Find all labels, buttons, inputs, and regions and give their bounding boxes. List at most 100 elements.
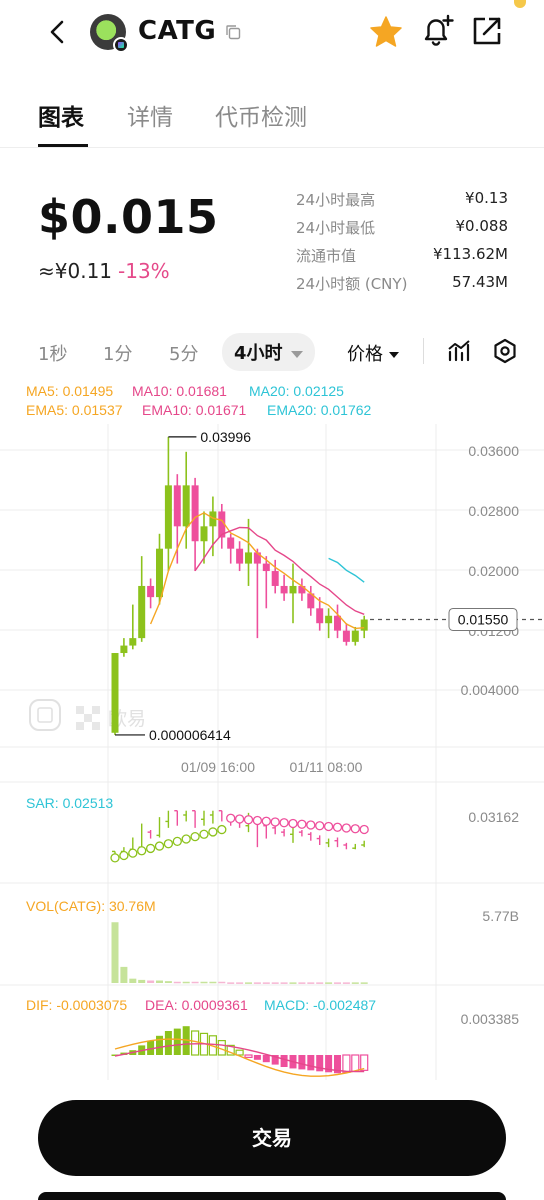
tab-details[interactable]: 详情 (127, 98, 173, 132)
candle-body (351, 630, 359, 642)
candle-body (156, 548, 163, 598)
price-change-percent: -13% (118, 259, 170, 283)
timeframe-4h-label: 4小时 (234, 343, 283, 364)
chevron-down-icon (290, 350, 303, 358)
x-tick-label: 01/09 16:00 (181, 759, 255, 775)
watermark: 欧易 (29, 699, 146, 731)
volume-bar (182, 981, 190, 984)
sar-dot (145, 843, 156, 854)
stat-row: 流通市值 ¥113.62M (296, 242, 508, 270)
detail-tabs: 图表 详情 代币检测 (0, 86, 544, 148)
stat-value: ¥0.088 (455, 217, 509, 235)
timeframe-bar: 1秒 1分 5分 4小时 价格 (0, 330, 544, 372)
candle-body (200, 526, 208, 542)
candle-body (120, 645, 128, 654)
sar-dot (128, 848, 138, 858)
chart-settings-icon[interactable] (492, 338, 518, 364)
sar-dot (270, 817, 280, 827)
sar-label: SAR: 0.02513 (26, 795, 113, 811)
copy-icon[interactable] (225, 24, 241, 40)
y-tick-label: 0.03600 (468, 443, 519, 459)
volume-bar (129, 978, 137, 983)
volume-bar (111, 922, 119, 983)
candle-body (253, 552, 261, 564)
candle-body (191, 485, 199, 542)
sar-dot (226, 813, 236, 823)
sar-dot (288, 818, 298, 829)
current-price-cny: ≈¥0.11 (38, 259, 113, 283)
indicators-icon[interactable] (446, 338, 472, 364)
macd-panel: DIF: -0.0003075 DEA: 0.0009361 MACD: -0.… (26, 997, 519, 1077)
sar-dot (350, 824, 360, 834)
sar-dot (341, 823, 352, 833)
macd-bar (342, 1054, 351, 1073)
candle-body (129, 638, 137, 646)
sar-dot (279, 818, 289, 828)
candle-body (342, 630, 350, 642)
expand-icon[interactable] (29, 699, 61, 731)
candle-body (271, 571, 279, 586)
macd-bar (298, 1055, 306, 1070)
timeframe-5m[interactable]: 5分 (169, 340, 198, 366)
stat-value: ¥113.62M (433, 245, 508, 263)
candle-body (316, 608, 324, 624)
divider (423, 338, 424, 364)
candle-body (164, 485, 172, 549)
trade-button[interactable]: 交易 (38, 1100, 506, 1176)
share-external-icon[interactable] (470, 14, 504, 48)
volume-bar (253, 982, 261, 984)
stat-label: 流通市值 (296, 247, 357, 265)
timeframe-1s[interactable]: 1秒 (38, 340, 67, 366)
max-price-label: 0.03996 (200, 429, 251, 445)
sar-dot (252, 815, 263, 826)
candlestick-chart[interactable]: MA5: 0.01495 MA10: 0.01681 MA20: 0.02125… (0, 380, 544, 1080)
timeframe-1m[interactable]: 1分 (103, 340, 132, 366)
sar-dot (208, 827, 218, 837)
sar-panel: SAR: 0.02513 0.03162 (0, 795, 544, 884)
favorite-star-icon[interactable] (368, 14, 404, 50)
sar-dot (190, 831, 200, 842)
sar-dot (110, 853, 120, 863)
volume-bar (280, 982, 288, 984)
ma-legend: MA5: 0.01495 MA10: 0.01681 MA20: 0.02125… (26, 383, 372, 418)
sar-dot (261, 816, 271, 826)
volume-bar (351, 982, 359, 984)
macd-bar (262, 1055, 270, 1063)
candle-body (289, 585, 297, 594)
token-symbol: CATG (138, 16, 217, 46)
y-tick-label: 0.02000 (468, 563, 519, 579)
price-alert-bell-icon[interactable] (418, 12, 456, 50)
candle-body (262, 563, 270, 572)
macd-bar (156, 1035, 163, 1055)
ma20-label: MA20: 0.02125 (249, 383, 344, 399)
x-axis: 01/09 16:00 01/11 08:00 (0, 746, 544, 783)
stat-row: 24小时额 (CNY) 57.43M (296, 270, 508, 298)
macd-bar (173, 1028, 181, 1055)
min-price-label: 0.000006414 (149, 727, 231, 743)
sar-dot (163, 839, 174, 849)
macd-bar (280, 1055, 288, 1067)
volume-bar (245, 982, 252, 984)
timeframe-4h[interactable]: 4小时 (222, 333, 315, 371)
current-price-value: 0.01550 (458, 611, 509, 627)
macd-bar (307, 1055, 315, 1071)
candle-body (227, 537, 235, 549)
volume-label: VOL(CATG): 30.76M (26, 898, 156, 914)
candle-body (173, 485, 181, 527)
macd-bar (253, 1055, 261, 1060)
tab-chart[interactable]: 图表 (38, 98, 84, 132)
ma10-label: MA10: 0.01681 (132, 383, 227, 399)
volume-bar (156, 980, 163, 983)
price-type-label: 价格 (347, 344, 383, 365)
volume-bar (147, 980, 155, 983)
back-arrow-icon[interactable] (44, 16, 72, 48)
volume-bar (307, 982, 315, 984)
candle-body (236, 548, 244, 564)
volume-bar (227, 982, 235, 984)
solana-chain-icon (113, 37, 129, 53)
tab-token-audit[interactable]: 代币检测 (215, 98, 307, 132)
volume-bar (298, 982, 306, 984)
price-type-dropdown[interactable]: 价格 (347, 340, 399, 366)
volume-bar (164, 981, 172, 983)
sar-dot (234, 814, 245, 824)
